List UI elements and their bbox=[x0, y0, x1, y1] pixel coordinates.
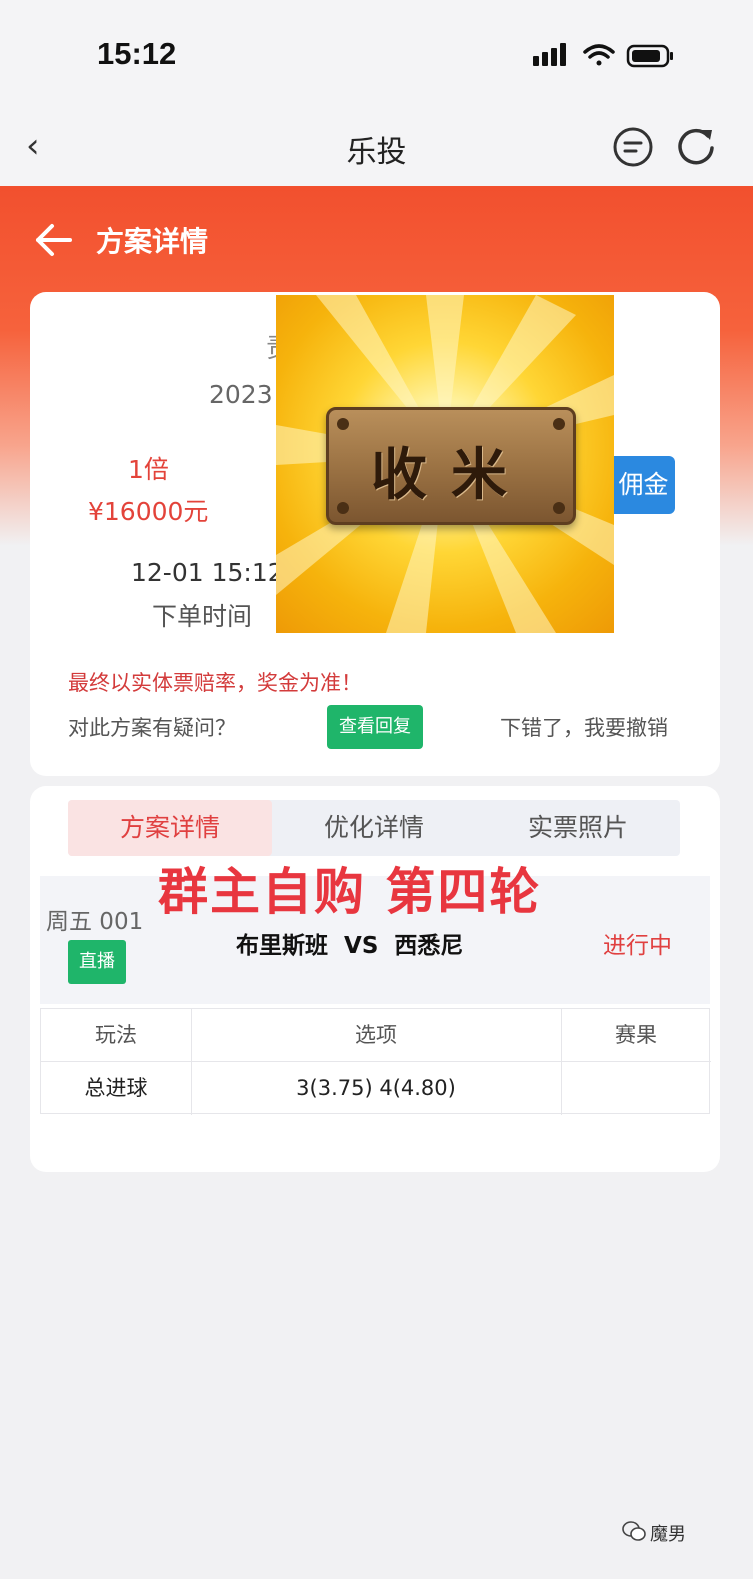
refresh-icon[interactable] bbox=[674, 124, 718, 168]
plan-date: 2023 bbox=[209, 380, 273, 409]
rivet-icon bbox=[553, 418, 565, 430]
app-nav-bar: ‹ 乐投 bbox=[0, 110, 753, 186]
table-header-play: 玩法 bbox=[95, 1023, 137, 1047]
bet-table: 玩法 选项 赛果 总进球 3(3.75) 4(4.80) bbox=[40, 1008, 711, 1115]
status-icons bbox=[533, 43, 673, 68]
chat-icon[interactable] bbox=[612, 126, 654, 168]
view-reply-button[interactable]: 查看回复 bbox=[327, 705, 423, 749]
commission-button[interactable]: 佣金 bbox=[612, 456, 675, 514]
status-bar: 15:12 bbox=[0, 0, 753, 110]
page-title: 方案详情 bbox=[96, 225, 209, 258]
table-cell-options: 3(3.75) 4(4.80) bbox=[296, 1076, 456, 1100]
battery-icon bbox=[626, 44, 673, 68]
table-cell-result bbox=[561, 1062, 711, 1114]
tab-plan-detail[interactable]: 方案详情 bbox=[68, 800, 272, 856]
watermark-text: 魔男 bbox=[650, 1524, 686, 1545]
bet-amount: ¥16000元 bbox=[88, 497, 209, 526]
match-number: 周五 001 bbox=[46, 909, 144, 935]
match-teams: 布里斯班 VS 西悉尼 bbox=[236, 933, 464, 959]
table-header-result: 赛果 bbox=[615, 1023, 657, 1047]
wifi-icon bbox=[583, 44, 615, 66]
table-header-options: 选项 bbox=[355, 1023, 397, 1047]
wechat-icon bbox=[622, 1521, 646, 1541]
odds-notice: 最终以实体票赔率，奖金为准！ bbox=[68, 671, 362, 695]
back-arrow-icon[interactable] bbox=[34, 220, 74, 260]
shoumi-sticker-image: 收米 bbox=[276, 295, 614, 633]
overlay-caption: 群主自购 第四轮 bbox=[158, 863, 542, 921]
order-time-value: 12-01 15:12 bbox=[131, 558, 284, 587]
cancel-order-link[interactable]: 下错了，我要撤销 bbox=[500, 712, 668, 742]
tab-ticket-photo[interactable]: 实票照片 bbox=[476, 800, 680, 856]
tab-optimize-detail[interactable]: 优化详情 bbox=[272, 800, 476, 856]
bet-multiplier: 1倍 bbox=[128, 455, 169, 484]
table-cell-play: 总进球 bbox=[84, 1076, 148, 1100]
match-status: 进行中 bbox=[603, 933, 672, 959]
gold-plaque: 收米 bbox=[326, 407, 576, 525]
sticker-text: 收米 bbox=[371, 442, 531, 508]
order-time-label: 下单时间 bbox=[152, 602, 253, 631]
question-text: 对此方案有疑问？ bbox=[68, 716, 236, 740]
status-time: 15:12 bbox=[97, 36, 177, 71]
rivet-icon bbox=[337, 418, 349, 430]
signal-icon bbox=[533, 43, 566, 66]
live-button[interactable]: 直播 bbox=[68, 940, 126, 984]
detail-tabs: 方案详情 优化详情 实票照片 bbox=[68, 800, 680, 856]
